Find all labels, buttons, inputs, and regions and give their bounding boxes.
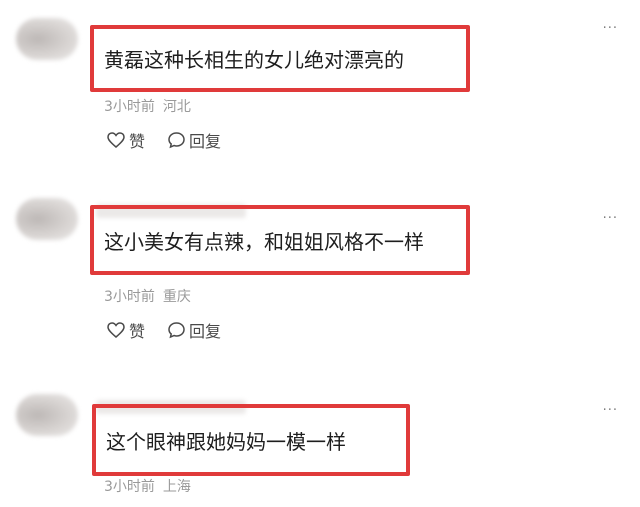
like-label: 赞 [129,322,146,341]
comment-location: 上海 [162,479,191,495]
avatar[interactable] [16,18,78,60]
reply-label: 回复 [189,132,222,151]
comment-highlight-box: 这个眼神跟她妈妈一模一样 [92,404,410,476]
like-button[interactable]: 赞 [106,128,145,152]
avatar[interactable] [16,198,78,240]
comment-text: 这小美女有点辣，和姐姐风格不一样 [104,229,424,254]
comment-actions: 赞 回复 [106,128,221,152]
more-dots-icon[interactable]: ··· [603,212,618,225]
more-dots-icon[interactable]: ··· [603,404,618,417]
heart-outline-icon [107,322,125,338]
comment-text: 黄磊这种长相生的女儿绝对漂亮的 [104,48,404,72]
comment-time: 3小时前 [104,479,155,495]
comment-highlight-box: 这小美女有点辣，和姐姐风格不一样 [90,205,470,275]
like-label: 赞 [129,132,146,151]
comment-actions: 赞 回复 [106,318,221,342]
speech-bubble-icon [168,132,185,149]
comment-meta: 3小时前 重庆 [104,286,191,306]
avatar[interactable] [16,394,78,436]
speech-bubble-icon [168,322,185,339]
comment-location: 重庆 [162,289,191,305]
comment-meta: 3小时前 河北 [104,96,191,116]
heart-outline-icon [107,132,125,148]
reply-button[interactable]: 回复 [167,318,221,342]
comment-text: 这个眼神跟她妈妈一模一样 [106,429,346,454]
comment-location: 河北 [162,99,191,115]
comment-time: 3小时前 [104,289,155,305]
like-button[interactable]: 赞 [106,318,145,342]
comment-time: 3小时前 [104,99,155,115]
comment-meta: 3小时前 上海 [104,476,191,496]
more-dots-icon[interactable]: ··· [603,22,618,35]
reply-label: 回复 [189,322,222,341]
comment-highlight-box: 黄磊这种长相生的女儿绝对漂亮的 [90,25,470,92]
reply-button[interactable]: 回复 [167,128,221,152]
